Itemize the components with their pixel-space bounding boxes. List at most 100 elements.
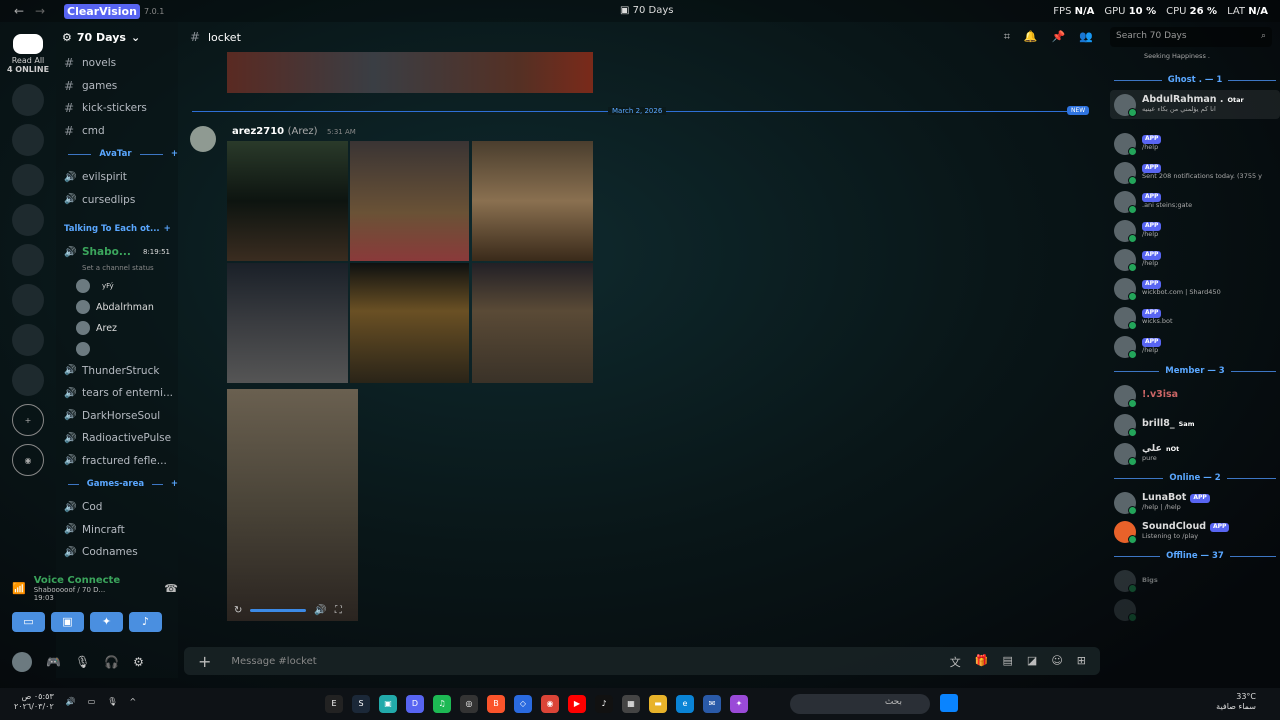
server-icon[interactable] (12, 164, 44, 196)
member-row[interactable]: APP Sent 208 notifications today. (3755 y (1110, 158, 1280, 187)
voice-channel-item[interactable]: 🔊 fractured fefle... (56, 450, 178, 473)
attachment-image[interactable] (472, 141, 593, 261)
discord-logo-icon[interactable] (13, 34, 43, 54)
voice-channel-item[interactable]: 🔊 Codnames (56, 541, 178, 564)
member-row[interactable]: !.v3isa (1110, 381, 1280, 410)
replay-icon[interactable]: ↻ (234, 605, 242, 616)
chevron-up-icon[interactable]: ^ (129, 697, 136, 706)
voice-channel-item[interactable]: 🔊 DarkHorseSoul (56, 405, 178, 428)
attachment-image[interactable] (350, 263, 469, 383)
fullscreen-icon[interactable]: ⛶ (335, 605, 342, 616)
weather-widget[interactable]: 33°C سماء صافية (1216, 692, 1256, 713)
member-row[interactable]: APP/help (1110, 216, 1280, 245)
gamepad-icon[interactable]: 🎮 (46, 655, 61, 669)
sticker-icon[interactable]: ◪ (1027, 654, 1037, 670)
member-row[interactable] (1110, 595, 1280, 624)
forward-arrow-icon[interactable]: → (30, 4, 50, 18)
message-input[interactable]: Message #locket (231, 656, 316, 667)
server-icon[interactable] (12, 244, 44, 276)
voice-channel-item[interactable]: 🔊 RadioactivePulse (56, 427, 178, 450)
member-row[interactable]: brill8_ Sam (1110, 410, 1280, 439)
apps-icon[interactable]: ⊞ (1077, 654, 1086, 670)
message-composer[interactable]: + Message #locket 文 🎁 ▤ ◪ ☺ ⊞ (184, 647, 1100, 675)
voice-user[interactable] (56, 339, 178, 360)
attachment-image[interactable] (227, 141, 348, 261)
member-row[interactable]: APP/help (1110, 245, 1280, 274)
member-row[interactable]: APP wickbot.com | Shard450 (1110, 274, 1280, 303)
server-icon[interactable] (12, 284, 44, 316)
member-row[interactable]: LunaBot APP/help | /help (1110, 488, 1280, 517)
add-server-icon[interactable]: + (12, 404, 44, 436)
channel-item[interactable]: # novels (56, 52, 178, 75)
channel-item[interactable]: # cmd (56, 120, 178, 143)
taskbar-search[interactable]: بحث (790, 694, 930, 714)
steam-icon[interactable]: S (352, 695, 370, 713)
spotify-icon[interactable]: ♫ (433, 695, 451, 713)
attachment-image[interactable] (472, 263, 593, 383)
server-icon[interactable] (12, 204, 44, 236)
attachment-image[interactable] (350, 141, 469, 261)
tiktok-icon[interactable]: ♪ (595, 695, 613, 713)
avatar[interactable] (12, 652, 32, 672)
voice-user[interactable]: Arez (56, 318, 178, 339)
clock-date[interactable]: ٢٠٢٦/٠٣/٠٢ (14, 702, 54, 712)
video-progress-bar[interactable] (250, 608, 307, 612)
copilot-icon[interactable]: ✦ (730, 695, 748, 713)
network-tray-icon[interactable]: ▭ (88, 697, 96, 706)
screen-share-button[interactable]: ▣ (51, 612, 84, 632)
channel-status-hint[interactable]: Set a channel status (56, 264, 178, 276)
headphones-icon[interactable]: 🎧 (104, 655, 119, 669)
brave-icon[interactable]: B (487, 695, 505, 713)
server-icon[interactable] (12, 364, 44, 396)
search-input[interactable]: Search 70 Days ⌕ (1110, 27, 1272, 47)
category-games[interactable]: Games-area + (56, 472, 178, 496)
member-row[interactable]: APP/help (1110, 332, 1280, 361)
previous-message-image[interactable] (227, 52, 593, 93)
file-explorer-icon[interactable]: ▬ (649, 695, 667, 713)
activities-button[interactable]: ✦ (90, 612, 123, 632)
camera-button[interactable]: ▭ (12, 612, 45, 632)
settings-gear-icon[interactable]: ⚙ (133, 655, 144, 669)
members-icon[interactable]: 👥 (1079, 30, 1093, 44)
translate-icon[interactable]: 文 (950, 654, 961, 670)
member-row[interactable]: APP .ani steins;gate (1110, 187, 1280, 216)
app-icon[interactable]: ▣ (379, 695, 397, 713)
attachment-video[interactable] (227, 389, 358, 621)
gif-icon[interactable]: ▤ (1003, 654, 1013, 670)
edge-icon[interactable]: e (676, 695, 694, 713)
voice-user[interactable]: Abdalrhman (56, 297, 178, 318)
channel-item[interactable]: # kick-stickers (56, 97, 178, 120)
back-arrow-icon[interactable]: ← (8, 4, 30, 18)
voice-channel-item[interactable]: 🔊 tears of enterni... (56, 382, 178, 405)
server-icon[interactable] (12, 324, 44, 356)
member-row[interactable]: Bigs (1110, 566, 1280, 595)
member-row[interactable]: APP wicks.bot (1110, 303, 1280, 332)
app-icon[interactable]: ◎ (460, 695, 478, 713)
youtube-icon[interactable]: ▶ (568, 695, 586, 713)
channel-item[interactable]: # games (56, 75, 178, 98)
active-voice-channel[interactable]: 🔊 Shabo... 8:19:51 (56, 241, 178, 264)
threads-icon[interactable]: ⌗ (1004, 30, 1010, 44)
windows-start-icon[interactable] (940, 694, 958, 712)
server-icon[interactable] (12, 84, 44, 116)
pin-icon[interactable]: 📌 (1052, 30, 1066, 44)
mail-icon[interactable]: ✉ (703, 695, 721, 713)
member-row[interactable]: SoundCloud APP Listening to /play (1110, 517, 1280, 546)
voice-user[interactable]: yFý (56, 276, 178, 297)
member-row[interactable]: AbdulRahman . Otar أنا كم يؤلمني من بكاء ع… (1110, 90, 1280, 119)
member-row[interactable]: APP/help (1110, 129, 1280, 158)
gift-icon[interactable]: 🎁 (975, 654, 989, 670)
disconnect-icon[interactable]: ☎ (164, 582, 178, 595)
category-avatar[interactable]: AvaTar + (56, 142, 178, 166)
app-icon[interactable]: ◇ (514, 695, 532, 713)
voice-channel-item[interactable]: 🔊 cursedlips (56, 189, 178, 212)
server-header[interactable]: ⚙ 70 Days ⌄ (56, 22, 178, 52)
member-row[interactable]: علي nOt pure (1110, 439, 1280, 468)
soundboard-button[interactable]: ♪ (129, 612, 162, 632)
message-author[interactable]: arez2710 (232, 126, 284, 137)
volume-icon[interactable]: 🔊 (314, 605, 326, 616)
attachment-image[interactable] (227, 263, 348, 383)
read-all-button[interactable]: Read All (0, 56, 56, 65)
message-author-avatar[interactable] (190, 126, 216, 152)
clock-time[interactable]: ٠٥:٥٣ ص (14, 692, 54, 702)
